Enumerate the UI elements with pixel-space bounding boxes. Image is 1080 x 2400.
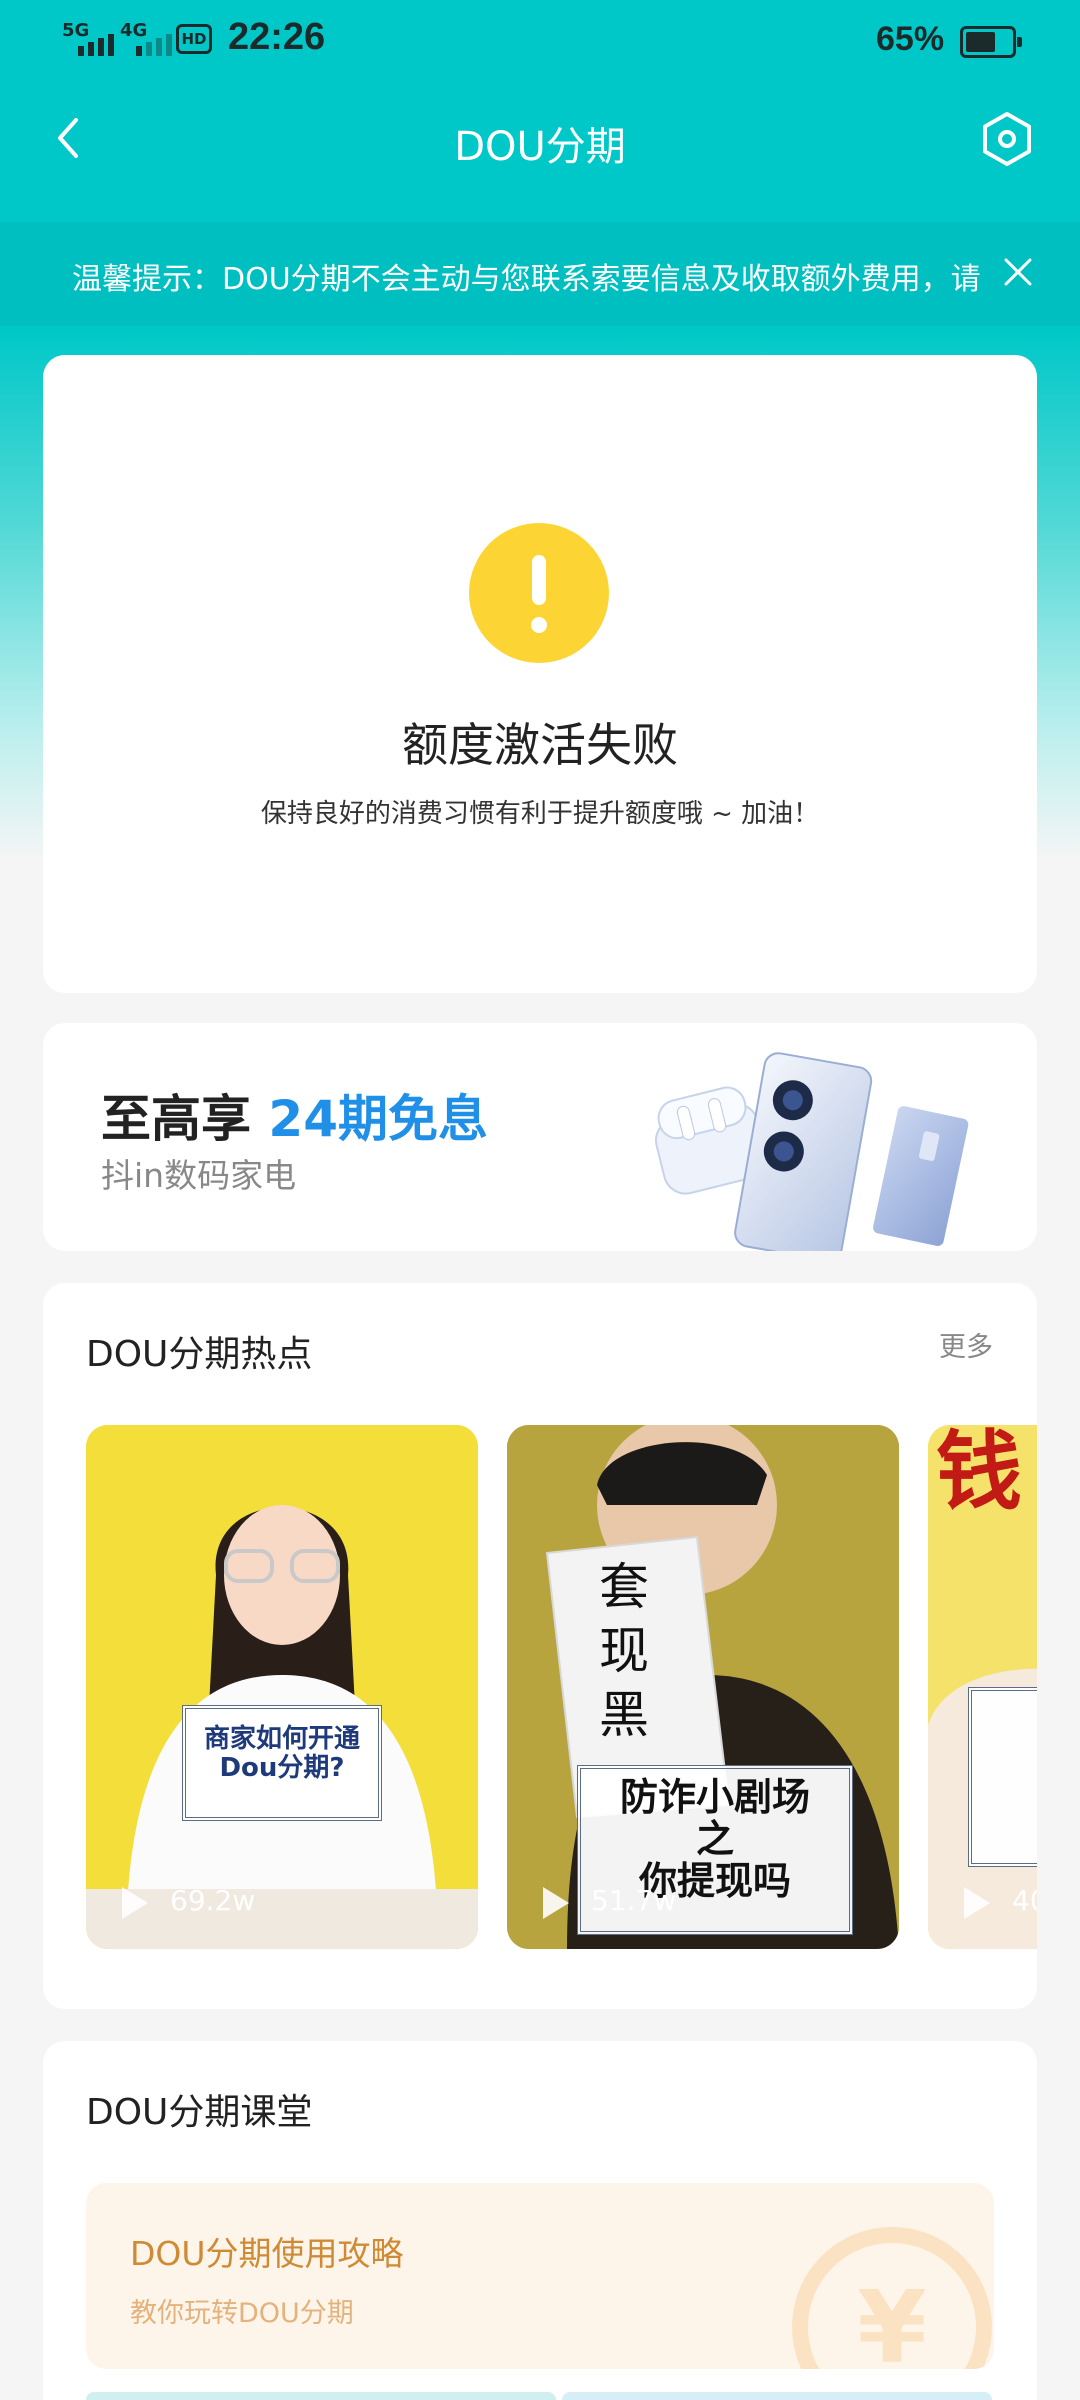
yen-coin-icon: ¥ <box>792 2227 992 2369</box>
hd-voice-icon: HD <box>176 24 212 54</box>
play-icon <box>122 1887 148 1919</box>
video-caption: 钱 <box>936 1425 1022 1522</box>
nav-bar: DOU分期 <box>0 96 1080 180</box>
status-bar: 5G 4G HD 22:26 65% <box>0 0 1080 84</box>
clock: 22:26 <box>228 16 326 58</box>
warning-icon <box>469 523 609 663</box>
guide-subtitle: 教你玩转DOU分期 <box>130 2298 354 2329</box>
view-count: 69.2w <box>170 1884 256 1917</box>
promo-title: 至高享 24期免息 <box>101 1090 489 1148</box>
hot-topics-card: DOU分期热点 更多 商家如何开通 Dou分期? 69.2w 套现黑 防诈小剧场… <box>43 1283 1037 2009</box>
section-title-hot: DOU分期热点 <box>86 1334 313 1375</box>
next-item-peek <box>562 2392 992 2400</box>
classroom-card: DOU分期课堂 DOU分期使用攻略 教你玩转DOU分期 ¥ <box>43 2041 1037 2400</box>
notice-close-button[interactable] <box>1002 256 1034 288</box>
paper-sign-text: 套现黑 <box>599 1558 649 1744</box>
promo-banner[interactable]: 至高享 24期免息 抖in数码家电 <box>43 1023 1037 1251</box>
usage-guide-item[interactable]: DOU分期使用攻略 教你玩转DOU分期 ¥ <box>86 2183 994 2369</box>
status-title: 额度激活失败 <box>402 718 678 772</box>
promo-subtitle: 抖in数码家电 <box>101 1156 297 1195</box>
video-card[interactable]: 商家如何开通 Dou分期? 69.2w <box>86 1425 478 1949</box>
view-count: 51.7w <box>591 1884 677 1917</box>
battery-percent: 65% <box>876 20 945 58</box>
video-card[interactable]: 钱 40 <box>928 1425 1037 1949</box>
signal-4g-icon: 4G <box>120 20 172 56</box>
play-icon <box>543 1887 569 1919</box>
hexagon-settings-icon <box>983 112 1031 166</box>
video-carousel[interactable]: 商家如何开通 Dou分期? 69.2w 套现黑 防诈小剧场 之 你提现吗 51.… <box>86 1425 1037 1949</box>
guide-title: DOU分期使用攻略 <box>130 2234 404 2273</box>
status-subtitle: 保持良好的消费习惯有利于提升额度哦 ~ 加油！ <box>260 799 820 829</box>
video-card[interactable]: 套现黑 防诈小剧场 之 你提现吗 51.7w <box>507 1425 899 1949</box>
notice-banner: 温馨提示：DOU分期不会主动与您联系索要信息及收取额外费用，请 <box>0 222 1080 326</box>
video-thumbnail <box>86 1425 478 1949</box>
play-icon <box>964 1887 990 1919</box>
more-link[interactable]: 更多 <box>939 1325 993 1364</box>
activation-status-card: 额度激活失败 保持良好的消费习惯有利于提升额度哦 ~ 加油！ <box>43 355 1037 993</box>
close-icon <box>1004 258 1032 286</box>
next-item-peek <box>86 2392 556 2400</box>
section-title-classroom: DOU分期课堂 <box>86 2092 313 2133</box>
page-title: DOU分期 <box>454 124 626 170</box>
notice-text: 温馨提示：DOU分期不会主动与您联系索要信息及收取额外费用，请 <box>72 262 981 297</box>
settings-button[interactable] <box>978 110 1036 168</box>
video-caption: 商家如何开通 Dou分期? <box>203 1724 360 1783</box>
signal-5g-icon: 5G <box>62 20 114 56</box>
products-image <box>655 1052 969 1251</box>
battery-icon <box>960 26 1022 58</box>
promo-highlight: 24期免息 <box>268 1090 489 1148</box>
view-count: 40 <box>1012 1884 1037 1917</box>
